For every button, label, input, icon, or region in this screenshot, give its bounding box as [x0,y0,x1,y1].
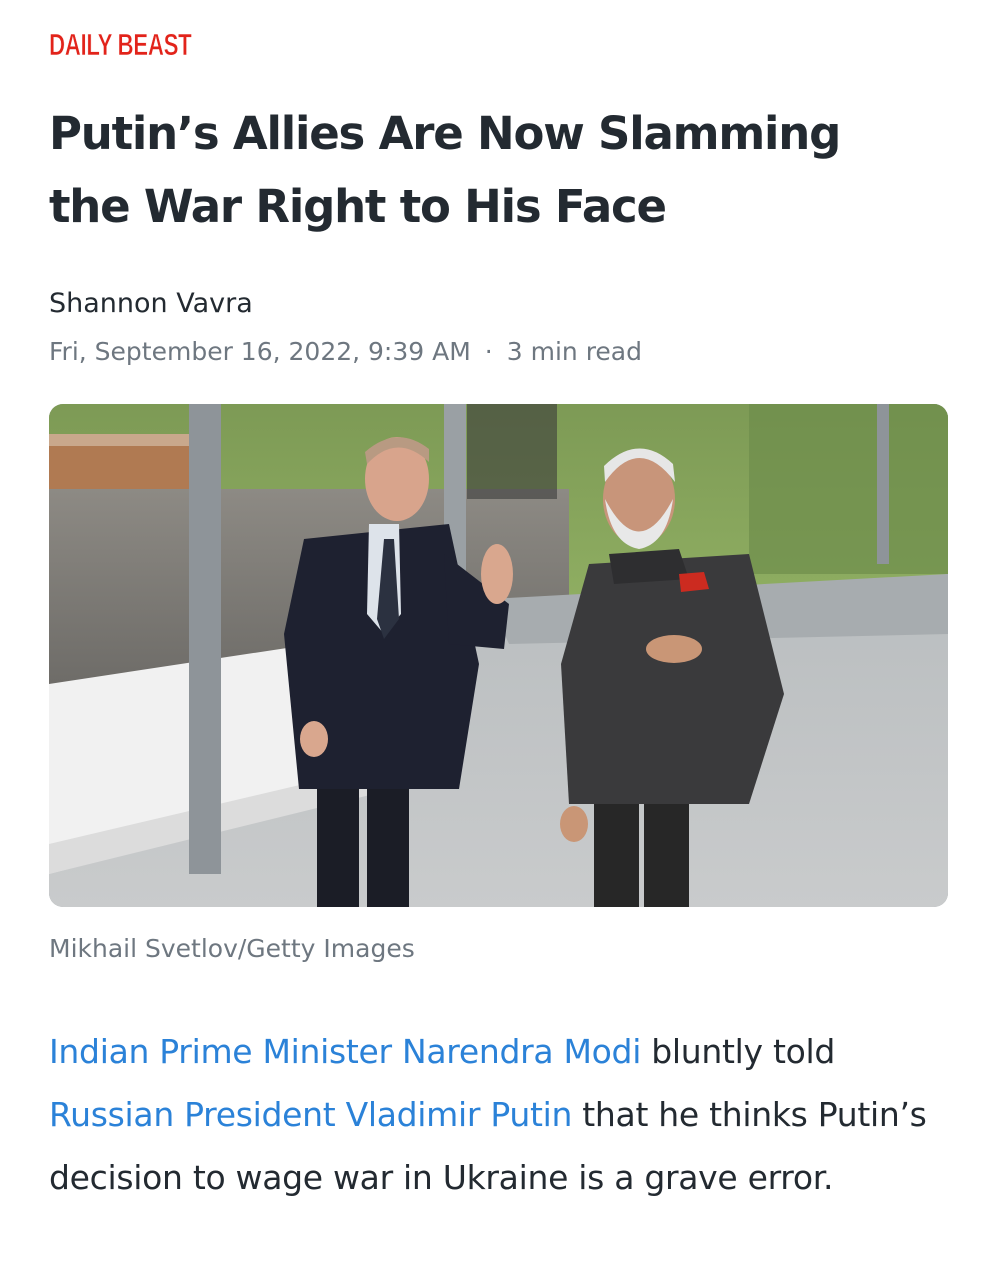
daily-beast-logo[interactable]: DAILY BEAST [49,27,192,65]
read-time: 3 min read [506,337,642,366]
putin-link[interactable]: Russian President Vladimir Putin [49,1095,572,1134]
publish-date: Fri, September 16, 2022, 9:39 AM [49,337,471,366]
image-caption: Mikhail Svetlov/Getty Images [49,934,415,963]
article-hero-image[interactable] [49,404,948,907]
modi-link[interactable]: Indian Prime Minister Narendra Modi [49,1032,641,1071]
article-page: DAILY BEAST Putin’s Allies Are Now Slamm… [0,0,995,1280]
headline-line-1: Putin’s Allies Are Now Slamming [49,107,841,160]
body-text-1: bluntly told [641,1032,835,1071]
article-body-paragraph: Indian Prime Minister Narendra Modi blun… [49,1020,949,1209]
hero-photo-illustration [49,404,948,907]
author-name[interactable]: Shannon Vavra [49,286,253,322]
article-meta: Fri, September 16, 2022, 9:39 AM · 3 min r… [49,335,642,369]
meta-separator: · [484,337,493,366]
headline-line-2: the War Right to His Face [49,180,667,233]
article-headline: Putin’s Allies Are Now Slamming the War … [49,97,949,243]
logo-text: DAILY BEAST [49,27,192,63]
